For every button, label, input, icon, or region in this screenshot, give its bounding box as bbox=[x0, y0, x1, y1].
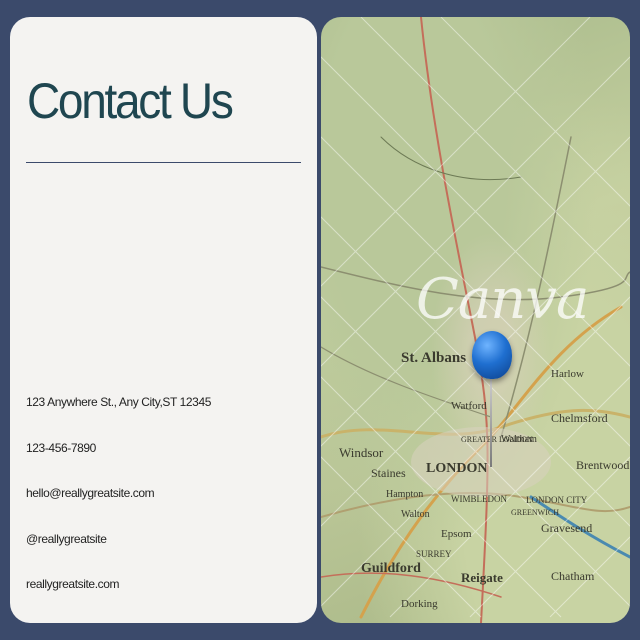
map-label-surrey: SURREY bbox=[416, 549, 452, 559]
email-text: hello@reallygreatsite.com bbox=[26, 486, 155, 500]
phone-text: 123-456-7890 bbox=[26, 441, 96, 455]
map-label-wimbledon: WIMBLEDON bbox=[451, 494, 507, 504]
map-pin-icon bbox=[472, 331, 512, 379]
map-label-watford: Watford bbox=[451, 400, 487, 412]
map-label-hampton: Hampton bbox=[386, 489, 423, 500]
map-label-greenwich: GREENWICH bbox=[511, 508, 559, 517]
map-label-chatham: Chatham bbox=[551, 569, 595, 583]
contact-card: Contact Us 123 Anywhere St., Any City,ST… bbox=[10, 17, 317, 623]
map-label-gravesend: Gravesend bbox=[541, 521, 592, 535]
map-photo: St. Albans Watford LONDON GREATER LONDON… bbox=[321, 17, 630, 623]
map-label-harlow: Harlow bbox=[551, 368, 584, 380]
page-title: Contact Us bbox=[27, 73, 234, 129]
map-label-dorking: Dorking bbox=[401, 598, 438, 610]
address-text: 123 Anywhere St., Any City,ST 12345 bbox=[26, 395, 212, 409]
map-label-london: LONDON bbox=[426, 461, 487, 476]
map-label-walton: Walton bbox=[401, 509, 430, 520]
map-label-staines: Staines bbox=[371, 466, 406, 480]
map-label-brentwood: Brentwood bbox=[576, 458, 629, 472]
pin-needle bbox=[490, 377, 492, 467]
map-label-waltham: Waltham bbox=[501, 434, 537, 445]
map-label-reigate: Reigate bbox=[461, 570, 503, 585]
map-label-windsor: Windsor bbox=[339, 445, 384, 460]
map-label-guildford: Guildford bbox=[361, 561, 421, 576]
map-label-epsom: Epsom bbox=[441, 528, 472, 540]
map-label-stalbans: St. Albans bbox=[401, 350, 466, 366]
title-divider bbox=[26, 162, 301, 163]
map-label-chelmsford: Chelmsford bbox=[551, 411, 608, 425]
canva-watermark: Canva bbox=[416, 267, 589, 332]
map-label-london-city: LONDON CITY bbox=[526, 495, 588, 505]
social-handle-text: @reallygreatsite bbox=[26, 532, 107, 546]
website-text: reallygreatsite.com bbox=[26, 577, 120, 591]
